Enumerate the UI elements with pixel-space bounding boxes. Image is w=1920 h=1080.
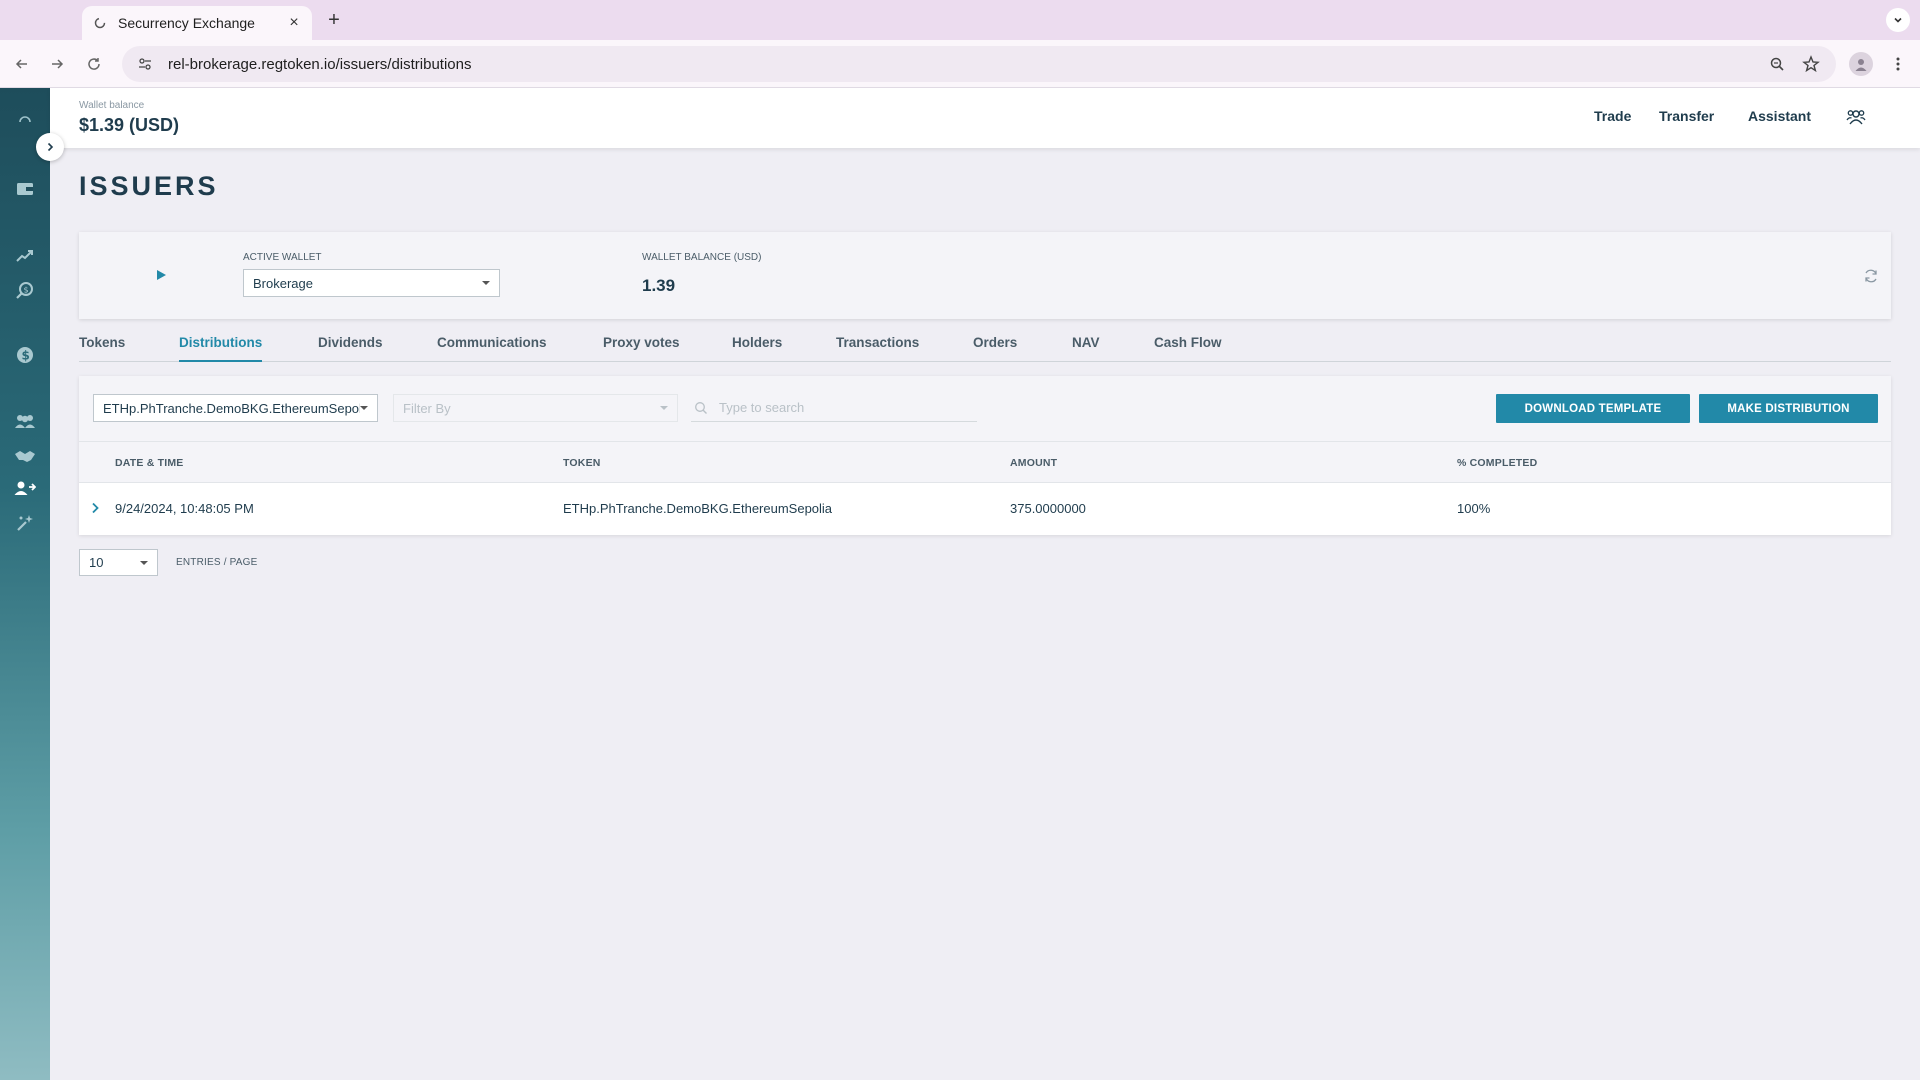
tab-orders[interactable]: Orders xyxy=(973,335,1017,362)
zoom-icon[interactable] xyxy=(1766,53,1788,75)
user-group-icon[interactable] xyxy=(1844,105,1868,129)
column-header-token[interactable]: TOKEN xyxy=(563,457,601,469)
svg-text:$: $ xyxy=(22,349,30,363)
nav-assistant[interactable]: Assistant xyxy=(1748,108,1811,124)
bookmark-star-icon[interactable] xyxy=(1800,53,1822,75)
new-tab-icon[interactable]: + xyxy=(322,8,346,32)
caret-down-icon xyxy=(660,406,668,410)
loading-spinner-icon xyxy=(13,110,37,134)
address-bar[interactable]: rel-brokerage.regtoken.io/issuers/distri… xyxy=(122,46,1836,82)
url-text: rel-brokerage.regtoken.io/issuers/distri… xyxy=(168,55,472,73)
wallet-balance-value: $1.39 (USD) xyxy=(79,115,180,135)
wallet-balance-usd-label: WALLET BALANCE (USD) xyxy=(642,252,762,263)
issuer-user-icon[interactable] xyxy=(13,476,37,500)
tab-tokens[interactable]: Tokens xyxy=(79,335,125,362)
filter-by-select[interactable]: Filter By xyxy=(393,394,678,422)
wallet-icon[interactable] xyxy=(13,177,37,201)
token-select-value: ETHp.PhTranche.DemoBKG.EthereumSepolia xyxy=(103,400,360,416)
active-wallet-select[interactable]: Brokerage xyxy=(243,269,500,297)
back-arrow-icon[interactable] xyxy=(10,52,34,76)
caret-down-icon xyxy=(482,281,490,285)
column-header-completed[interactable]: % COMPLETED xyxy=(1457,457,1537,469)
entries-per-page-select[interactable]: 10 xyxy=(79,549,158,576)
active-wallet-card: ACTIVE WALLET Brokerage WALLET BALANCE (… xyxy=(79,232,1891,319)
refresh-icon[interactable] xyxy=(1862,267,1880,285)
browser-toolbar: rel-brokerage.regtoken.io/issuers/distri… xyxy=(0,40,1920,88)
caret-down-icon xyxy=(360,406,368,410)
reload-icon[interactable] xyxy=(82,52,106,76)
token-settings-icon[interactable]: $ xyxy=(13,278,37,302)
close-tab-icon[interactable]: × xyxy=(286,15,302,31)
svg-text:$: $ xyxy=(24,286,29,295)
wallet-balance-label: Wallet balance xyxy=(79,100,145,111)
browser-menu-icon[interactable] xyxy=(1886,52,1910,76)
handshake-icon[interactable] xyxy=(13,444,37,468)
cell-amount: 375.0000000 xyxy=(1010,501,1086,516)
token-select[interactable]: ETHp.PhTranche.DemoBKG.EthereumSepolia xyxy=(93,394,378,422)
column-header-date-time[interactable]: DATE & TIME xyxy=(115,457,184,469)
tab-search-chevron-icon[interactable] xyxy=(1886,8,1910,32)
expand-row-chevron-icon[interactable] xyxy=(87,500,103,516)
tab-cash-flow[interactable]: Cash Flow xyxy=(1154,335,1222,362)
sidebar-expand-chevron-icon[interactable] xyxy=(36,133,64,161)
wallet-balance-usd-value: 1.39 xyxy=(642,276,676,295)
forward-arrow-icon[interactable] xyxy=(45,52,69,76)
profile-avatar-icon[interactable] xyxy=(1849,52,1873,76)
search-input[interactable] xyxy=(719,400,977,415)
download-template-button[interactable]: DOWNLOAD TEMPLATE xyxy=(1496,394,1690,423)
users-group-icon[interactable] xyxy=(13,409,37,433)
nav-trade[interactable]: Trade xyxy=(1594,108,1631,124)
search-icon xyxy=(693,400,709,416)
tab-dividends[interactable]: Dividends xyxy=(318,335,383,362)
tab-communications[interactable]: Communications xyxy=(437,335,547,362)
trending-chart-icon[interactable] xyxy=(13,244,37,268)
browser-tab-strip: Securrency Exchange × + xyxy=(0,0,1920,40)
site-info-icon[interactable] xyxy=(136,55,154,73)
search-box xyxy=(691,394,977,422)
play-icon[interactable] xyxy=(155,268,169,282)
active-wallet-label: ACTIVE WALLET xyxy=(243,252,322,263)
distributions-toolbar: ETHp.PhTranche.DemoBKG.EthereumSepolia F… xyxy=(79,376,1891,442)
tab-transactions[interactable]: Transactions xyxy=(836,335,919,362)
loading-icon xyxy=(92,15,108,31)
caret-down-icon xyxy=(140,560,148,565)
table-header: DATE & TIME TOKEN AMOUNT % COMPLETED xyxy=(79,442,1891,483)
table-row[interactable]: 9/24/2024, 10:48:05 PM ETHp.PhTranche.De… xyxy=(79,483,1891,535)
nav-transfer[interactable]: Transfer xyxy=(1659,108,1714,124)
cell-token: ETHp.PhTranche.DemoBKG.EthereumSepolia xyxy=(563,501,833,516)
magic-wand-icon[interactable] xyxy=(13,511,37,535)
cell-completed: 100% xyxy=(1457,501,1491,516)
tab-holders[interactable]: Holders xyxy=(732,335,782,362)
page-title: ISSUERS xyxy=(79,171,219,201)
tab-nav[interactable]: NAV xyxy=(1072,335,1100,362)
active-wallet-value: Brokerage xyxy=(253,275,313,291)
tab-proxy-votes[interactable]: Proxy votes xyxy=(603,335,680,362)
tab-distributions[interactable]: Distributions xyxy=(179,335,263,362)
distributions-panel: ETHp.PhTranche.DemoBKG.EthereumSepolia F… xyxy=(79,376,1891,535)
entries-per-page-value: 10 xyxy=(89,555,104,570)
app-header: Wallet balance $1.39 (USD) Trade Transfe… xyxy=(50,88,1920,148)
column-header-amount[interactable]: AMOUNT xyxy=(1010,457,1057,469)
entries-per-page-label: ENTRIES / PAGE xyxy=(176,557,258,568)
filter-by-placeholder: Filter By xyxy=(403,400,451,416)
app-sidebar: $ $ xyxy=(0,88,50,1080)
issuer-tabs: Tokens Distributions Dividends Communica… xyxy=(79,328,1891,362)
browser-tab-title: Securrency Exchange xyxy=(118,15,255,31)
dollar-coin-icon[interactable]: $ xyxy=(13,343,37,367)
make-distribution-button[interactable]: MAKE DISTRIBUTION xyxy=(1699,394,1878,423)
browser-tab[interactable]: Securrency Exchange × xyxy=(82,6,312,40)
cell-date-time: 9/24/2024, 10:48:05 PM xyxy=(115,501,254,516)
